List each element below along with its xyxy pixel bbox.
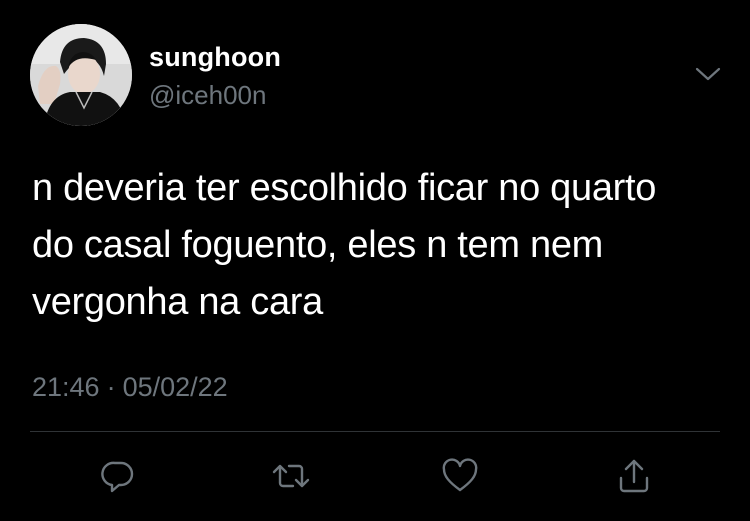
meta-separator: · <box>106 372 116 402</box>
tweet-time: 21:46 <box>32 372 100 402</box>
chevron-down-icon[interactable] <box>694 64 722 84</box>
profile-photo-icon <box>30 24 132 126</box>
share-icon <box>619 459 649 493</box>
retweet-icon <box>272 464 310 488</box>
tweet-text-line: do casal foguento, eles n tem nem <box>32 224 604 266</box>
tweet-card: sunghoon @iceh00n n deveria ter escolhid… <box>0 0 750 521</box>
tweet-date: 05/02/22 <box>122 372 228 402</box>
author-handle[interactable]: @iceh00n <box>149 80 266 111</box>
reply-button[interactable] <box>98 456 138 496</box>
author-display-name[interactable]: sunghoon <box>149 42 281 73</box>
divider <box>30 431 720 432</box>
retweet-button[interactable] <box>271 456 311 496</box>
tweet-text-line: vergonha na cara <box>32 281 323 323</box>
tweet-text: n deveria ter escolhido ficar no quarto … <box>32 160 732 331</box>
like-icon <box>442 458 478 492</box>
tweet-timestamp[interactable]: 21:46 · 05/02/22 <box>32 372 228 403</box>
reply-icon <box>101 461 134 493</box>
like-button[interactable] <box>440 456 480 496</box>
share-button[interactable] <box>614 456 654 496</box>
tweet-text-line: n deveria ter escolhido ficar no quarto <box>32 167 657 209</box>
avatar[interactable] <box>30 24 132 126</box>
